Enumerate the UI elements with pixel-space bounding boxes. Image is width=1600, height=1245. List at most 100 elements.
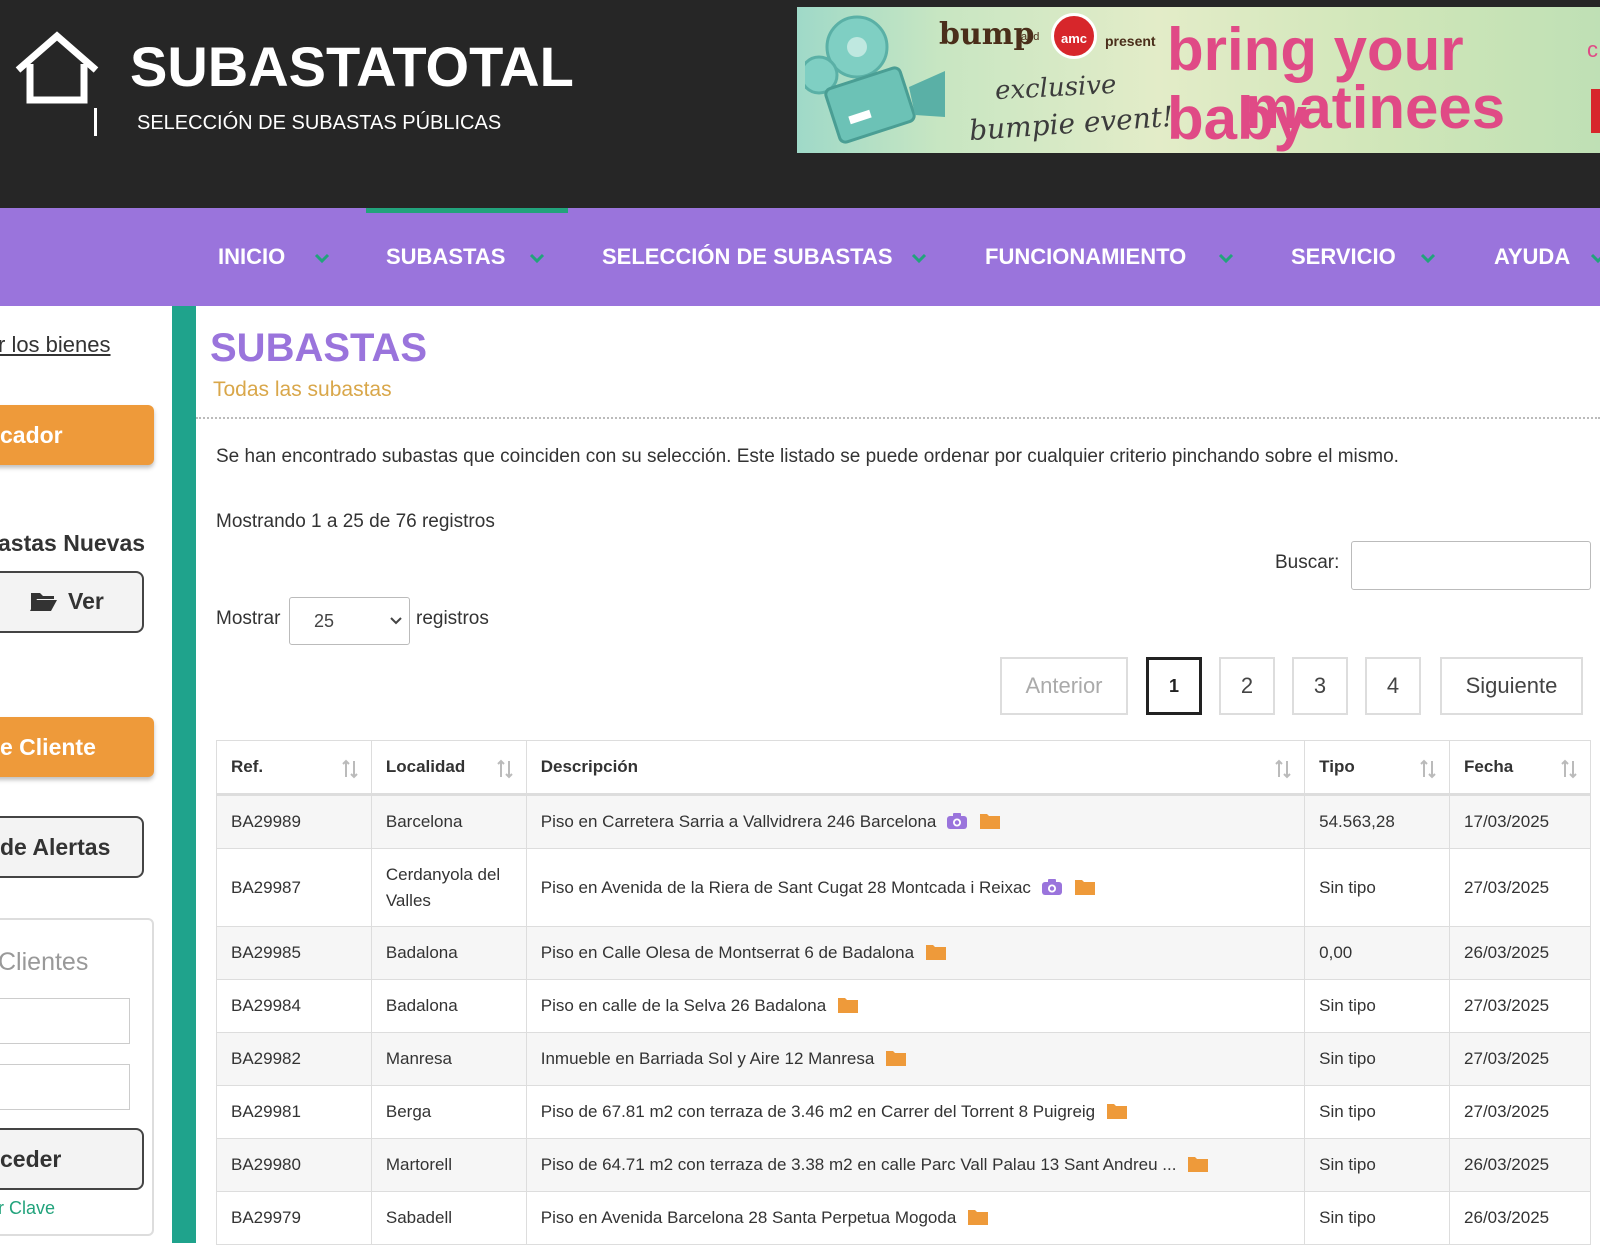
folder-icon[interactable] [980, 812, 1001, 829]
ver-button[interactable]: Ver [0, 571, 144, 633]
table-row[interactable]: BA29982 Manresa Inmueble en Barriada Sol y… [216, 1032, 1591, 1086]
cell-ref[interactable]: BA29979 [216, 1191, 372, 1245]
nav-item-servicio[interactable]: SERVICIO [1291, 244, 1396, 270]
table-row[interactable]: BA29989 Barcelona Piso en Carretera Sarria… [216, 794, 1591, 849]
col-header-ref[interactable]: Ref. [216, 740, 372, 796]
cell-descripcion-text[interactable]: Piso de 64.71 m2 con terraza de 3.38 m2 … [541, 1155, 1177, 1174]
length-label-suffix: registros [416, 608, 489, 629]
search-label: Buscar: [1275, 552, 1340, 573]
cell-ref[interactable]: BA29985 [216, 926, 372, 980]
nav-item-inicio[interactable]: INICIO [218, 244, 285, 270]
table-row[interactable]: BA29980 Martorell Piso de 64.71 m2 con ter… [216, 1138, 1591, 1192]
pagination-page-1[interactable]: 1 [1146, 657, 1202, 715]
col-header-descripcion[interactable]: Descripción [525, 740, 1306, 796]
cell-descripcion-text[interactable]: Piso en Calle Olesa de Montserrat 6 de B… [541, 943, 914, 962]
folder-icon[interactable] [838, 996, 859, 1013]
nav-item-subastas[interactable]: SUBASTAS [386, 244, 505, 270]
cell-descripcion-text[interactable]: Piso en Avenida Barcelona 28 Santa Perpe… [541, 1208, 957, 1227]
cell-descripcion[interactable]: Piso en Calle Olesa de Montserrat 6 de B… [525, 926, 1306, 980]
sort-icon[interactable] [341, 759, 359, 779]
nav-item-seleccion[interactable]: SELECCIÓN DE SUBASTAS [602, 244, 893, 270]
table-row[interactable]: BA29979 Sabadell Piso en Avenida Barcelona… [216, 1191, 1591, 1245]
buscador-button[interactable]: cador [0, 405, 154, 465]
folder-icon[interactable] [968, 1208, 989, 1225]
folder-icon[interactable] [1074, 878, 1095, 895]
table-row[interactable]: BA29987 Cerdanyola del Valles Piso en Aven… [216, 848, 1591, 927]
pagination-page-3[interactable]: 3 [1292, 657, 1348, 715]
chevron-down-icon[interactable] [1420, 252, 1436, 264]
cell-descripcion[interactable]: Inmueble en Barriada Sol y Aire 12 Manre… [525, 1032, 1306, 1086]
cell-descripcion[interactable]: Piso en Avenida de la Riera de Sant Cuga… [525, 848, 1306, 927]
search-input[interactable] [1351, 541, 1591, 590]
cell-ref[interactable]: BA29987 [216, 848, 372, 927]
sort-icon[interactable] [1419, 759, 1437, 779]
cell-fecha: 27/03/2025 [1449, 1085, 1591, 1139]
nav-item-ayuda[interactable]: AYUDA [1494, 244, 1570, 270]
col-header-label: Tipo [1319, 757, 1355, 776]
chevron-down-icon[interactable] [911, 252, 927, 264]
cell-descripcion-text[interactable]: Inmueble en Barriada Sol y Aire 12 Manre… [541, 1049, 875, 1068]
cell-descripcion-text[interactable]: Piso de 67.81 m2 con terraza de 3.46 m2 … [541, 1102, 1095, 1121]
cell-localidad: Cerdanyola del Valles [370, 848, 527, 927]
cell-descripcion[interactable]: Piso en calle de la Selva 26 Badalona [525, 979, 1306, 1033]
sidebar-divider [172, 306, 196, 1243]
col-header-tipo[interactable]: Tipo [1304, 740, 1451, 796]
cell-tipo: Sin tipo [1304, 1032, 1451, 1086]
col-header-fecha[interactable]: Fecha [1449, 740, 1591, 796]
col-header-localidad[interactable]: Localidad [370, 740, 527, 796]
acceder-button[interactable]: ceder [0, 1128, 144, 1190]
sort-icon[interactable] [496, 759, 514, 779]
chevron-down-icon[interactable] [1590, 252, 1600, 264]
folder-icon[interactable] [926, 943, 947, 960]
cell-ref[interactable]: BA29982 [216, 1032, 372, 1086]
table-row[interactable]: BA29985 Badalona Piso en Calle Olesa de Mo… [216, 926, 1591, 980]
sort-icon[interactable] [1560, 759, 1578, 779]
house-icon[interactable] [12, 30, 102, 106]
cell-fecha: 27/03/2025 [1449, 1032, 1591, 1086]
sidebar-link-bienes[interactable]: r los bienes [0, 332, 111, 358]
logo-title[interactable]: SUBASTATOTAL [130, 34, 574, 99]
camera-icon[interactable] [1041, 878, 1063, 896]
chevron-down-icon[interactable] [314, 252, 330, 264]
pagination-next[interactable]: Siguiente [1440, 657, 1583, 715]
cell-ref[interactable]: BA29984 [216, 979, 372, 1033]
cell-descripcion-text[interactable]: Piso en calle de la Selva 26 Badalona [541, 996, 826, 1015]
ad-banner[interactable]: bump and amc present exclusive bumpie ev… [797, 7, 1600, 153]
cell-ref[interactable]: BA29981 [216, 1085, 372, 1139]
nav-item-funcionamiento[interactable]: FUNCIONAMIENTO [985, 244, 1186, 270]
table-row[interactable]: BA29981 Berga Piso de 67.81 m2 con terraza… [216, 1085, 1591, 1139]
password-field[interactable] [0, 1064, 130, 1110]
table-row[interactable]: BA29984 Badalona Piso en calle de la Selva… [216, 979, 1591, 1033]
pagination-prev[interactable]: Anterior [1000, 657, 1128, 715]
auctions-table: Ref. Localidad Descripción Tipo Fecha BA… [216, 740, 1591, 1245]
banner-edge-bar [1591, 89, 1600, 133]
cell-localidad-text: Badalona [385, 943, 458, 962]
cell-descripcion-text[interactable]: Piso en Carretera Sarria a Vallvidrera 2… [541, 812, 937, 831]
chevron-down-icon[interactable] [1218, 252, 1234, 264]
cell-localidad: Manresa [370, 1032, 527, 1086]
cell-localidad-text: Martorell [385, 1155, 452, 1174]
area-cliente-button[interactable]: e Cliente [0, 717, 154, 777]
gestor-alertas-button[interactable]: de Alertas [0, 816, 144, 878]
pagination-page-4[interactable]: 4 [1365, 657, 1421, 715]
chevron-down-icon[interactable] [389, 616, 403, 626]
cell-descripcion[interactable]: Piso de 64.71 m2 con terraza de 3.38 m2 … [525, 1138, 1306, 1192]
banner-and: and [1021, 31, 1040, 43]
username-field[interactable] [0, 998, 130, 1044]
camera-icon[interactable] [946, 812, 968, 830]
folder-icon[interactable] [886, 1049, 907, 1066]
folder-icon[interactable] [1188, 1155, 1209, 1172]
cell-ref[interactable]: BA29989 [216, 794, 372, 849]
cell-descripcion-text[interactable]: Piso en Avenida de la Riera de Sant Cuga… [541, 878, 1031, 897]
recordar-clave-link[interactable]: r Clave [0, 1198, 55, 1219]
logo-subtitle: SELECCIÓN DE SUBASTAS PÚBLICAS [137, 112, 502, 134]
pagination-page-2[interactable]: 2 [1219, 657, 1275, 715]
cell-descripcion[interactable]: Piso de 67.81 m2 con terraza de 3.46 m2 … [525, 1085, 1306, 1139]
cell-fecha: 26/03/2025 [1449, 1191, 1591, 1245]
chevron-down-icon[interactable] [529, 252, 545, 264]
sort-icon[interactable] [1274, 759, 1292, 779]
cell-ref[interactable]: BA29980 [216, 1138, 372, 1192]
cell-descripcion[interactable]: Piso en Carretera Sarria a Vallvidrera 2… [525, 794, 1306, 849]
cell-descripcion[interactable]: Piso en Avenida Barcelona 28 Santa Perpe… [525, 1191, 1306, 1245]
folder-icon[interactable] [1107, 1102, 1128, 1119]
